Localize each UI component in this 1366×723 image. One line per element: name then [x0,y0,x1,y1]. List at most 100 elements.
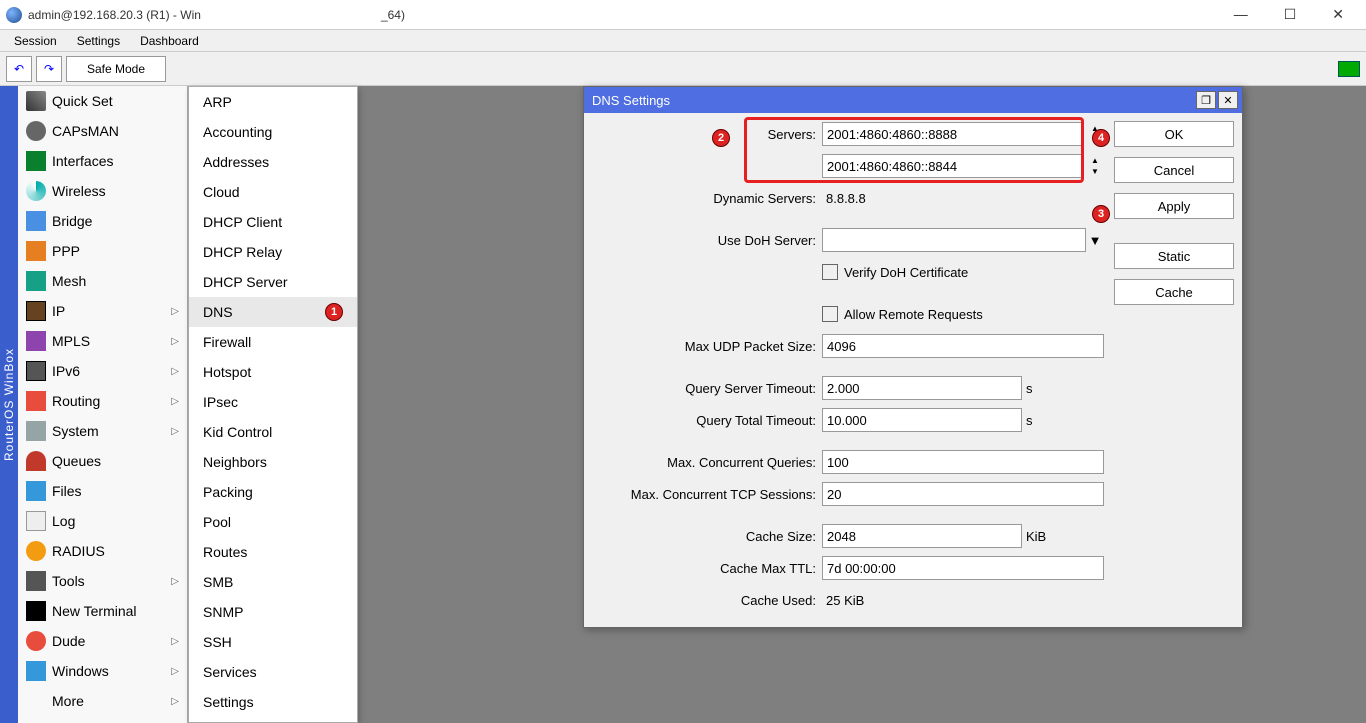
input-cache-size[interactable] [822,524,1022,548]
unit-s-1: s [1022,381,1048,396]
input-use-doh[interactable] [822,228,1086,252]
sidebar-item-windows[interactable]: Windows▷ [18,656,187,686]
sidebar-item-ip[interactable]: IP▷ [18,296,187,326]
sidebar-item-routing[interactable]: Routing▷ [18,386,187,416]
dns-restore-button[interactable]: ❐ [1196,91,1216,109]
dns-button-column: OK Cancel Apply Static Cache [1114,121,1234,619]
label-q-total-timeout: Query Total Timeout: [592,413,822,428]
submenu-item-dns[interactable]: DNS 1 [189,297,357,327]
sidebar-item-log[interactable]: Log [18,506,187,536]
submenu-item-services[interactable]: Services [189,657,357,687]
submenu-item-dhcp-relay[interactable]: DHCP Relay [189,237,357,267]
input-server-2[interactable] [822,154,1084,178]
submenu-item-dhcp-client[interactable]: DHCP Client [189,207,357,237]
sidebar-item-dude[interactable]: Dude▷ [18,626,187,656]
submenu-item-pool[interactable]: Pool [189,507,357,537]
sidebar-item-mesh[interactable]: Mesh [18,266,187,296]
spinner-server-2[interactable]: ▲▼ [1086,155,1104,177]
value-cache-used: 25 KiB [822,588,1104,612]
input-max-conc-q[interactable] [822,450,1104,474]
menu-session[interactable]: Session [4,32,67,50]
window-controls: — ☐ ✕ [1228,6,1360,23]
submenu-item-addresses[interactable]: Addresses [189,147,357,177]
submenu-item-settings[interactable]: Settings [189,687,357,717]
sidebar-item-mpls[interactable]: MPLS▷ [18,326,187,356]
sidebar-item-interfaces[interactable]: Interfaces [18,146,187,176]
sidebar-item-more[interactable]: More▷ [18,686,187,716]
input-q-server-timeout[interactable] [822,376,1022,400]
submenu-item-firewall[interactable]: Firewall [189,327,357,357]
ok-button[interactable]: OK [1114,121,1234,147]
cancel-button[interactable]: Cancel [1114,157,1234,183]
dns-form: Servers: ▲▼ ▲▼ Dynamic Servers: 8.8.8.8 … [592,121,1104,619]
submenu-item-kidcontrol[interactable]: Kid Control [189,417,357,447]
minimize-button[interactable]: — [1228,6,1254,23]
checkbox-verify-doh[interactable] [822,264,838,280]
submenu-item-snmp[interactable]: SNMP [189,597,357,627]
input-max-udp[interactable] [822,334,1104,358]
app-icon [6,7,22,23]
sidebar-item-capsman[interactable]: CAPsMAN [18,116,187,146]
submenu-item-accounting[interactable]: Accounting [189,117,357,147]
submenu-item-neighbors[interactable]: Neighbors [189,447,357,477]
sidebar-item-ppp[interactable]: PPP [18,236,187,266]
window-title: admin@192.168.20.3 (R1) - Win [28,8,201,22]
submenu-item-packing[interactable]: Packing [189,477,357,507]
submenu-item-hotspot[interactable]: Hotspot [189,357,357,387]
menu-dashboard[interactable]: Dashboard [130,32,209,50]
input-q-total-timeout[interactable] [822,408,1022,432]
submenu-item-cloud[interactable]: Cloud [189,177,357,207]
sidebar-item-radius[interactable]: RADIUS [18,536,187,566]
chevron-right-icon: ▷ [171,366,179,377]
annotation-badge-4: 4 [1092,129,1110,147]
chevron-right-icon: ▷ [171,636,179,647]
input-cache-ttl[interactable] [822,556,1104,580]
menubar: Session Settings Dashboard [0,30,1366,52]
unit-kib: KiB [1022,529,1048,544]
sidebar-item-tools[interactable]: Tools▷ [18,566,187,596]
status-indicator [1338,61,1360,77]
dns-window-titlebar[interactable]: DNS Settings ❐ ✕ [584,87,1242,113]
sidebar-item-ipv6[interactable]: IPv6▷ [18,356,187,386]
window-arch: _64) [381,8,405,22]
sidebar-item-queues[interactable]: Queues [18,446,187,476]
label-max-udp: Max UDP Packet Size: [592,339,822,354]
submenu-item-routes[interactable]: Routes [189,537,357,567]
chevron-right-icon: ▷ [171,696,179,707]
dropdown-doh-arrow[interactable]: ▼ [1086,233,1104,248]
sidebar-item-quickset[interactable]: Quick Set [18,86,187,116]
label-max-conc-tcp: Max. Concurrent TCP Sessions: [592,487,822,502]
redo-button[interactable]: ↷ [36,56,62,82]
close-button[interactable]: ✕ [1326,6,1350,23]
menu-settings[interactable]: Settings [67,32,130,50]
dns-window-title: DNS Settings [592,93,670,108]
chevron-right-icon: ▷ [171,336,179,347]
submenu-item-socks[interactable]: Socks [189,717,357,723]
submenu-item-dhcp-server[interactable]: DHCP Server [189,267,357,297]
submenu-item-ipsec[interactable]: IPsec [189,387,357,417]
input-server-1[interactable] [822,122,1084,146]
value-dynamic-servers: 8.8.8.8 [822,186,1104,210]
checkbox-allow-remote[interactable] [822,306,838,322]
sidebar-item-system[interactable]: System▷ [18,416,187,446]
maximize-button[interactable]: ☐ [1278,6,1303,23]
label-cache-used: Cache Used: [592,593,822,608]
label-cache-size: Cache Size: [592,529,822,544]
cache-button[interactable]: Cache [1114,279,1234,305]
apply-button[interactable]: Apply [1114,193,1234,219]
dns-close-button[interactable]: ✕ [1218,91,1238,109]
sidebar-item-bridge[interactable]: Bridge [18,206,187,236]
label-use-doh: Use DoH Server: [592,233,822,248]
submenu-item-smb[interactable]: SMB [189,567,357,597]
static-button[interactable]: Static [1114,243,1234,269]
submenu-item-arp[interactable]: ARP [189,87,357,117]
sidebar-item-newterminal[interactable]: New Terminal [18,596,187,626]
sidebar-item-wireless[interactable]: Wireless [18,176,187,206]
submenu-item-ssh[interactable]: SSH [189,627,357,657]
safe-mode-button[interactable]: Safe Mode [66,56,166,82]
undo-button[interactable]: ↶ [6,56,32,82]
chevron-right-icon: ▷ [171,426,179,437]
sidebar-item-files[interactable]: Files [18,476,187,506]
input-max-conc-tcp[interactable] [822,482,1104,506]
workspace: RouterOS WinBox Quick Set CAPsMAN Interf… [0,86,1366,723]
